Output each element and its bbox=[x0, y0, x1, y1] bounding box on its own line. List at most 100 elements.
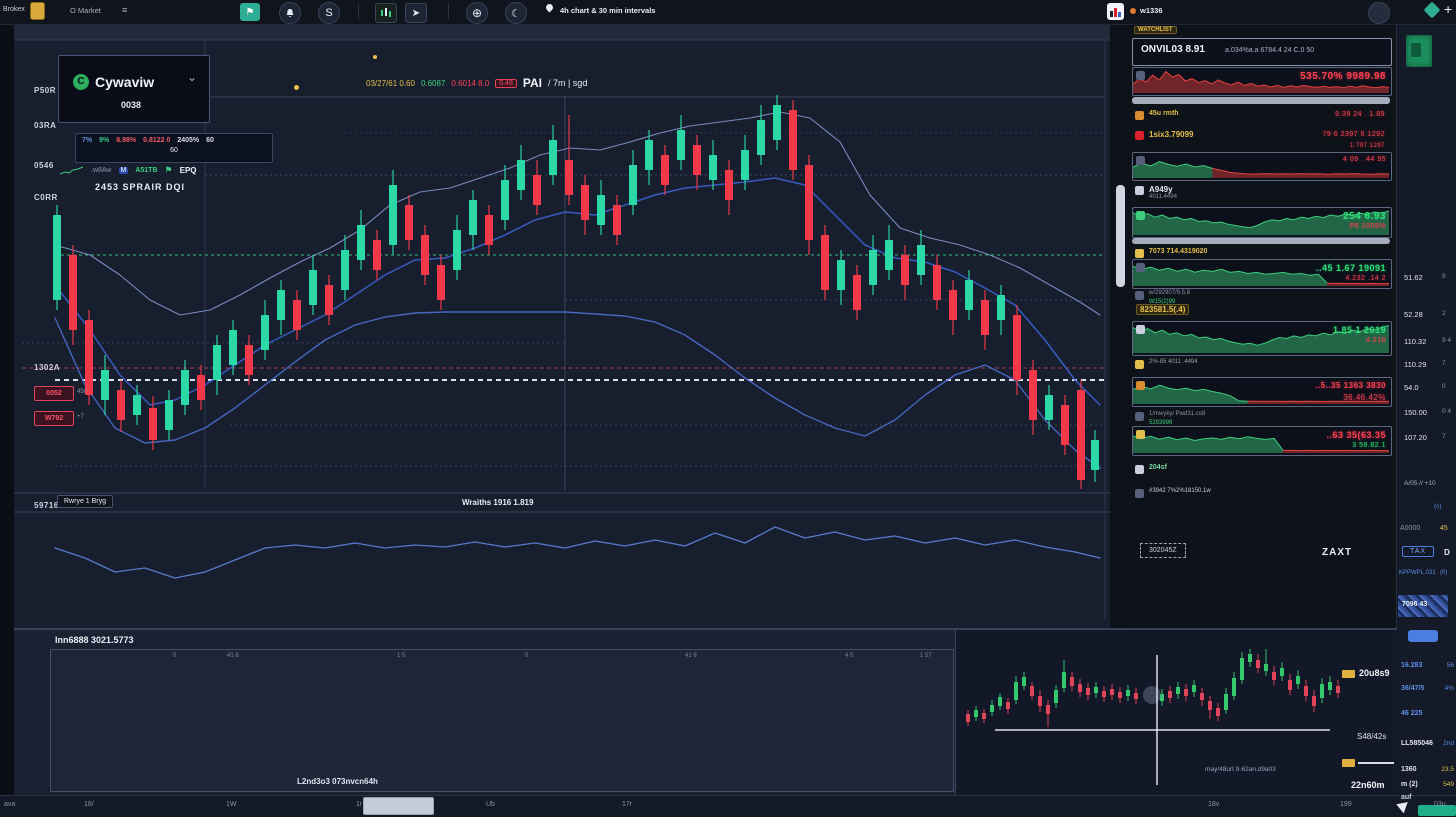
indicator-legend[interactable]: .w8Aw M A51TB ⚑ EPQ bbox=[60, 165, 197, 176]
add-button[interactable]: + bbox=[1444, 1, 1452, 17]
timeframe-label[interactable]: / 7m | sgd bbox=[548, 78, 587, 88]
symbol-dropdown[interactable]: C Cywaviw ⌄ 0038 bbox=[58, 55, 210, 123]
watchlist-row[interactable]: 45u rmth9.39 24 . 1.89 bbox=[1132, 108, 1390, 126]
row-icon bbox=[1136, 430, 1145, 439]
mini-label-mid: S48/42s bbox=[1357, 732, 1386, 741]
blue-button[interactable] bbox=[1408, 630, 1438, 642]
green-tile-icon[interactable] bbox=[1406, 35, 1432, 67]
indicator-tick-label: 0 bbox=[525, 653, 528, 659]
watchlist-row[interactable]: w/292907/9.5.8W15(2)99 bbox=[1132, 288, 1390, 302]
moon-icon[interactable]: ☾ bbox=[505, 2, 527, 24]
menu-icon[interactable]: ≡ bbox=[122, 5, 127, 15]
main-chart-region[interactable]: P50R03RA0546C0RR1302A59716 0052450W792+7… bbox=[14, 24, 1110, 628]
mini-footnote: may/48urt 9-62an.d9a03 bbox=[1205, 766, 1276, 773]
status-dot bbox=[1130, 8, 1136, 14]
chat-icon[interactable]: ⚑ bbox=[240, 3, 260, 21]
subpanel-label-box[interactable]: Rwrye 1 Bryg bbox=[57, 495, 113, 508]
price-axis-label: C0RR bbox=[34, 193, 58, 202]
marker-dot bbox=[294, 85, 299, 90]
price-alert-badge[interactable]: W792 bbox=[34, 411, 74, 426]
watchlist-panel: WATCHLIST ONVIL03 8.91 a.034%a.a 6784.4 … bbox=[1130, 24, 1396, 628]
chart-scrollbar-thumb[interactable] bbox=[1116, 185, 1125, 287]
note-2[interactable]: (c) bbox=[1434, 503, 1442, 510]
watchlist-row[interactable]: 1/mwyky/ Pwd31.co85293998 bbox=[1132, 409, 1390, 424]
toolbar-divider bbox=[448, 4, 449, 19]
order-id-box[interactable]: 302045Z bbox=[1140, 543, 1186, 558]
row-value: 4.218 bbox=[1366, 337, 1386, 344]
legend-sparkline bbox=[60, 166, 84, 175]
globe-icon[interactable]: ⊕ bbox=[466, 2, 488, 24]
legend-badge-m: M bbox=[119, 167, 129, 174]
chevron-down-icon[interactable]: ⌄ bbox=[187, 70, 197, 84]
gray-value: 45 bbox=[1440, 525, 1448, 532]
indicator-tick-label: 4 5 bbox=[845, 653, 853, 659]
session-label: w1336 bbox=[1140, 6, 1163, 15]
watchlist-row[interactable]: #3942 7%2%18150.1w bbox=[1132, 486, 1390, 500]
ohlc-readout: 03/27/61 0.60 0.6087 0.6014 8.0 0.48 PAI… bbox=[366, 76, 587, 90]
market-menu-label[interactable]: O Market bbox=[70, 6, 101, 15]
highlight-chip: 823581.5(.4) bbox=[1136, 304, 1189, 315]
row-label: 204sf bbox=[1149, 464, 1167, 471]
row-value: ..45 1.67 19091 bbox=[1316, 263, 1386, 273]
watchlist-row[interactable]: 1.85 1 20194.218 bbox=[1132, 321, 1392, 356]
thumbnail-tile[interactable]: 7096 43 bbox=[1398, 595, 1448, 617]
watchlist-row[interactable]: 254 6.93P6 1009% bbox=[1132, 207, 1392, 238]
row-icon bbox=[1135, 249, 1144, 258]
time-axis[interactable]: ava18/1W1rUb17r18v19903u bbox=[0, 795, 1456, 816]
mini-chart-panel[interactable]: 20u8s9 S48/42s 22n60m may/48urt 9-62an.d… bbox=[955, 628, 1396, 795]
time-scrollbar-thumb[interactable] bbox=[363, 797, 434, 815]
note-1: A/05 // +10 bbox=[1404, 480, 1436, 487]
brand-logo-icon[interactable] bbox=[30, 2, 45, 20]
toolbar-divider bbox=[358, 4, 359, 19]
watchlist-row[interactable]: 535.70% 9989.98 bbox=[1132, 67, 1392, 96]
row-icon bbox=[1136, 263, 1145, 272]
watchlist-row[interactable]: A949y4011.4494 bbox=[1132, 183, 1390, 200]
time-axis-label: 199 bbox=[1340, 801, 1352, 808]
time-axis-label: 18/ bbox=[84, 801, 94, 808]
avatar[interactable] bbox=[1368, 2, 1390, 24]
row-label: w/292907/9.5.8 bbox=[1149, 290, 1190, 296]
indicator-tick-label: 1 57 bbox=[920, 653, 932, 659]
price-axis-label: 1302A bbox=[34, 363, 60, 372]
indicator-frame bbox=[50, 649, 954, 792]
indicator-tick-label: 41 8 bbox=[227, 653, 239, 659]
price-axis-label: 03RA bbox=[34, 121, 56, 130]
price-alert-tag: 450 bbox=[77, 389, 87, 395]
watchlist-row[interactable]: ..5..35 1363 383036.46.42% bbox=[1132, 377, 1392, 407]
row-icon bbox=[1136, 325, 1145, 334]
blue-link[interactable]: KPPWPL.031 bbox=[1399, 570, 1436, 576]
interval-info-label: 4h chart & 30 min intervals bbox=[560, 6, 655, 15]
indicator-panel[interactable]: Inn6888 3021.5773 041 81 5041 84 51 57 L… bbox=[14, 628, 955, 795]
sidebar-gap bbox=[1110, 24, 1130, 628]
price-axis-label: P50R bbox=[34, 86, 56, 95]
diamond-icon[interactable] bbox=[1424, 2, 1441, 19]
price-alert-tag: +7 bbox=[77, 414, 84, 420]
watchlist-row[interactable]: 823581.5(.4) bbox=[1132, 303, 1390, 318]
tax-button[interactable]: TAX bbox=[1402, 546, 1434, 557]
row-icon bbox=[1135, 186, 1144, 195]
watchlist-header[interactable]: ONVIL03 8.91 a.034%a.a 6784.4 24 C.0 50 bbox=[1132, 38, 1392, 66]
price-alert-badge[interactable]: 0052 bbox=[34, 386, 74, 401]
row-icon bbox=[1136, 211, 1145, 220]
watchlist-row[interactable]: ..63 35(63.353 58.82.1 bbox=[1132, 426, 1392, 456]
watchlist-row[interactable]: 2%-85 4011 .4494 bbox=[1132, 357, 1390, 371]
mini-chart-icon[interactable] bbox=[375, 3, 397, 23]
send-arrow-icon[interactable]: ➤ bbox=[405, 3, 427, 23]
watchlist-header-title: ONVIL03 8.91 bbox=[1141, 44, 1205, 55]
watchlist-row[interactable]: 4 09 . 44 95 bbox=[1132, 152, 1392, 181]
watchlist-row[interactable]: 204sf bbox=[1132, 462, 1390, 476]
time-axis-label: 1W bbox=[226, 801, 237, 808]
watchlist-row[interactable]: ..45 1.67 190914.232 .14 2 bbox=[1132, 259, 1392, 289]
pin-icon[interactable] bbox=[545, 3, 555, 13]
app-logo-icon[interactable] bbox=[1107, 3, 1124, 20]
bell-icon[interactable] bbox=[279, 2, 301, 24]
row-icon bbox=[1136, 71, 1145, 80]
row-label: 2%-85 4011 .4494 bbox=[1149, 359, 1198, 365]
mini-badge-bottom bbox=[1342, 759, 1355, 767]
mini-label-top: 20u8s9 bbox=[1359, 668, 1390, 678]
settings-icon[interactable]: S bbox=[318, 2, 340, 24]
watchlist-row[interactable]: 7073 714.4319020 bbox=[1132, 246, 1390, 257]
legend-item-b: A51TB bbox=[135, 167, 157, 174]
ohlc-high: 0.6087 bbox=[421, 79, 445, 88]
watchlist-row[interactable]: 1six3.7909979 6 2397 6 12921.797 1297 bbox=[1132, 128, 1390, 150]
